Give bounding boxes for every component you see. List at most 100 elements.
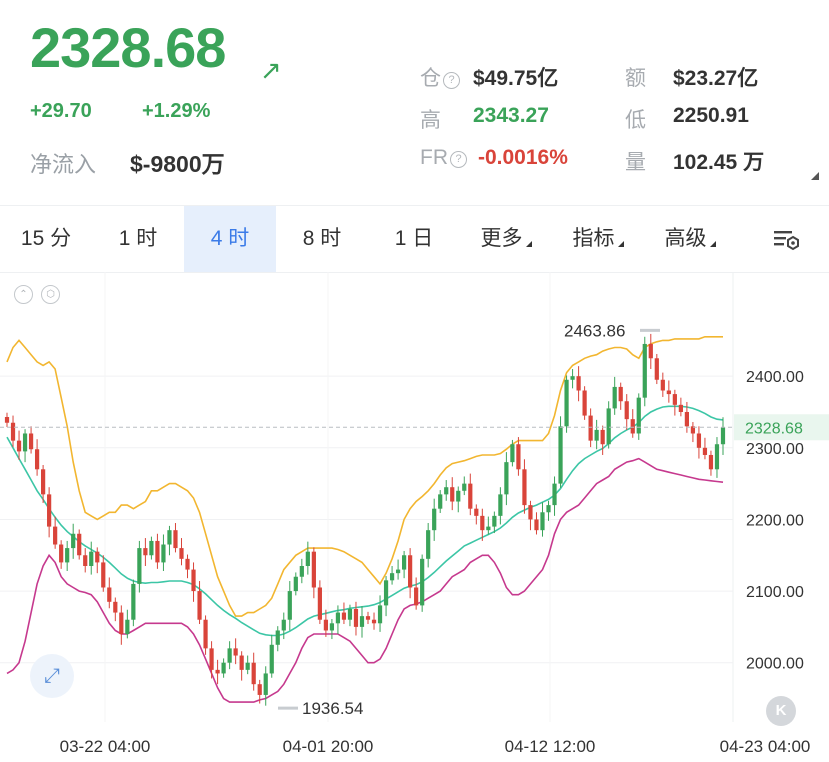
funding-rate-label[interactable]: FR? xyxy=(420,146,467,170)
tab-1d[interactable]: 1 日 xyxy=(368,206,460,272)
fullscreen-icon[interactable]: ⤢ xyxy=(30,654,74,698)
open-interest-label[interactable]: 仓? xyxy=(420,62,460,92)
candle-body xyxy=(672,394,677,405)
candle-body xyxy=(588,415,593,441)
candle-body xyxy=(402,555,407,570)
tab-8h[interactable]: 8 时 xyxy=(276,206,368,272)
candle-body xyxy=(450,487,455,502)
tab-1h[interactable]: 1 时 xyxy=(92,206,184,272)
candle-body xyxy=(666,390,671,395)
tab-15m[interactable]: 15 分 xyxy=(0,206,92,272)
candle-body xyxy=(564,379,569,427)
funding-rate-label-text: FR xyxy=(420,146,448,169)
high-label: 高 xyxy=(420,109,441,132)
candle-body xyxy=(636,397,641,434)
candle-body xyxy=(83,555,88,566)
expand-header-icon[interactable] xyxy=(811,172,819,180)
candle-body xyxy=(4,417,10,423)
candle-body xyxy=(167,530,172,545)
candle-body xyxy=(600,429,605,445)
bollinger-middle-line xyxy=(6,405,724,637)
low-label: 低 xyxy=(625,109,646,132)
change-absolute: +29.70 xyxy=(30,100,92,122)
candle-body xyxy=(59,544,64,563)
tab-more-label: 更多 xyxy=(480,227,523,250)
candle-body xyxy=(233,648,238,656)
tab-4h[interactable]: 4 时 xyxy=(184,206,276,272)
candle-body xyxy=(287,591,292,620)
candle-body xyxy=(239,655,244,670)
candle-body xyxy=(293,576,298,592)
candle-body xyxy=(498,494,503,516)
candle-body xyxy=(89,551,94,566)
tab-more[interactable]: 更多 xyxy=(460,206,552,272)
net-inflow-label: 净流入 xyxy=(30,152,97,177)
candle-body xyxy=(606,408,611,445)
candle-body xyxy=(504,462,509,495)
candle-body xyxy=(263,673,268,695)
candle-body xyxy=(486,526,491,531)
tab-indicators[interactable]: 指标 xyxy=(552,206,644,272)
candle-body xyxy=(191,569,196,592)
candle-body xyxy=(41,469,46,495)
candle-body xyxy=(510,444,515,463)
candle-body xyxy=(269,644,274,674)
candle-body xyxy=(540,512,545,531)
candle-body xyxy=(203,619,208,649)
candle-body xyxy=(444,487,449,495)
open-interest-label-text: 仓 xyxy=(420,67,441,90)
candle-body xyxy=(456,490,461,502)
candle-body xyxy=(347,608,353,620)
candle-body xyxy=(317,587,322,620)
y-tick-label: 2000.00 xyxy=(746,656,804,673)
candle-body xyxy=(28,433,34,450)
volume-value: 102.45 万 xyxy=(673,151,765,174)
candle-body xyxy=(251,662,256,685)
candle-body xyxy=(414,587,419,606)
funding-rate-value: -0.0016% xyxy=(478,146,568,169)
candle-body xyxy=(209,648,214,670)
candle-body xyxy=(143,548,148,556)
candle-body xyxy=(161,544,166,563)
candle-body xyxy=(678,404,683,412)
ticker-header: 2328.68 ↗ +29.70 +1.29% 净流入 $-9800万 仓? $… xyxy=(0,0,829,200)
candle-body xyxy=(71,533,76,549)
candle-body xyxy=(47,494,52,527)
candle-body xyxy=(10,422,16,441)
x-tick-label: 03-22 04:00 xyxy=(60,737,151,756)
candle-body xyxy=(101,562,106,588)
candle-body xyxy=(630,419,635,434)
candle-body xyxy=(65,548,70,563)
help-icon[interactable]: ? xyxy=(443,72,460,89)
x-tick-label: 04-23 04:00 xyxy=(720,737,811,756)
tab-advanced[interactable]: 高级 xyxy=(644,206,736,272)
scroll-latest-icon[interactable]: K xyxy=(766,696,796,726)
chart-settings-icon[interactable] xyxy=(756,206,816,272)
x-tick-label: 04-12 12:00 xyxy=(505,737,596,756)
turnover-label: 额 xyxy=(625,67,646,90)
candle-body xyxy=(341,612,347,620)
candle-body xyxy=(365,616,371,620)
low-value: 2250.91 xyxy=(673,104,749,127)
candle-body xyxy=(311,551,316,588)
trend-up-icon: ↗ xyxy=(260,55,282,85)
candle-body xyxy=(552,483,557,506)
candle-body xyxy=(420,558,425,606)
help-icon[interactable]: ? xyxy=(450,151,467,168)
candle-body xyxy=(383,580,389,606)
candlestick-chart[interactable]: 2400.00 2300.00 2200.00 2100.00 2000.00 03-22… xyxy=(0,272,829,762)
candle-body xyxy=(359,616,365,627)
candle-body xyxy=(149,540,154,556)
candle-body xyxy=(546,505,551,513)
candle-body xyxy=(660,379,665,391)
high-value: 2343.27 xyxy=(473,104,549,127)
candle-body xyxy=(113,601,118,613)
candle-body xyxy=(131,583,136,620)
candle-body xyxy=(438,494,443,509)
candle-body xyxy=(462,483,467,491)
candle-body xyxy=(119,612,124,635)
candle-body xyxy=(582,390,587,416)
candle-body xyxy=(492,515,497,527)
candle-body xyxy=(353,608,359,627)
candle-body xyxy=(179,548,184,559)
